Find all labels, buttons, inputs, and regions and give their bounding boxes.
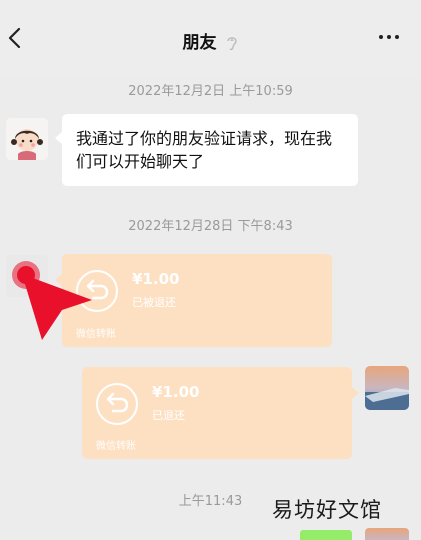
transfer-card[interactable]: ¥1.00 已被退还 微信转账: [55, 254, 332, 347]
message-bubble[interactable]: [300, 530, 352, 540]
landscape-photo-icon: [365, 366, 409, 410]
message-bubble[interactable]: 我通过了你的朋友验证请求，现在我们可以开始聊天了: [55, 114, 358, 186]
transfer-amount: ¥1.00: [152, 383, 200, 401]
transfer-footer: 微信转账: [96, 441, 136, 452]
chat-header: 朋友: [0, 0, 421, 78]
return-arrow-icon: [96, 383, 138, 425]
timestamp: 2022年12月28日 下午8:43: [128, 219, 293, 234]
transfer-card[interactable]: ¥1.00 已退还 微信转账: [82, 367, 359, 459]
chat-title: 朋友: [182, 33, 217, 53]
self-avatar[interactable]: [365, 366, 409, 410]
self-avatar[interactable]: [365, 528, 409, 540]
transfer-status: 已退还: [152, 409, 185, 422]
cartoon-girl-avatar-icon: [6, 118, 48, 160]
transfer-status: 已被退还: [132, 296, 176, 309]
red-pointer-arrow-icon: [22, 274, 92, 340]
transfer-amount: ¥1.00: [132, 270, 180, 288]
more-dots-icon[interactable]: [379, 30, 401, 44]
friend-avatar[interactable]: [6, 118, 48, 160]
chat-title-container: 朋友: [0, 28, 421, 53]
timestamp: 2022年12月2日 上午10:59: [128, 84, 293, 99]
ear-icon: [227, 37, 238, 51]
watermark-text: 易坊好文馆: [272, 498, 382, 522]
